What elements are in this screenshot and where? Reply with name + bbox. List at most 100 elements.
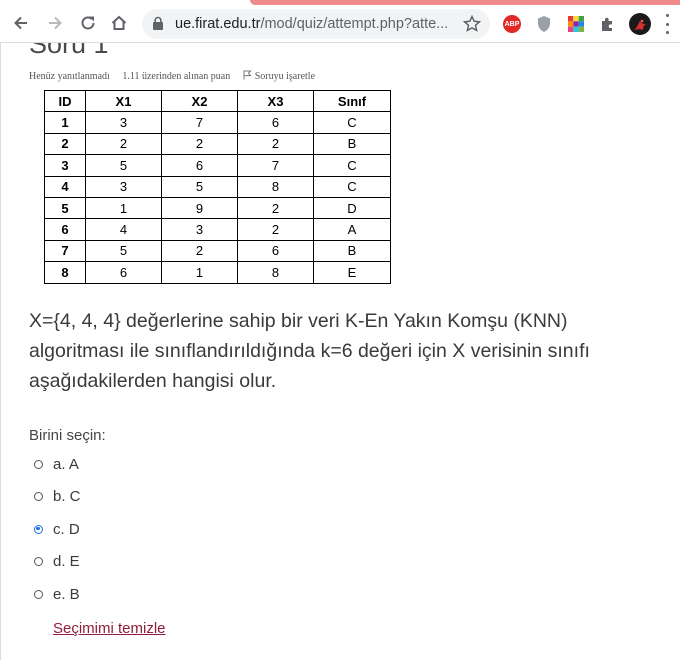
answer-option[interactable]: d. E bbox=[34, 551, 80, 571]
table-body: 1376C2222B3567C4358C5192D6432A7526B8618E bbox=[44, 111, 391, 284]
radio-button[interactable] bbox=[34, 491, 43, 501]
extensions-button[interactable] bbox=[598, 14, 618, 34]
flag-question-link[interactable]: Soruyu işaretle bbox=[243, 70, 325, 82]
table-row: 2222B bbox=[44, 132, 391, 156]
quiz-page: Soru 1 Henüz yanıtlanmadı 1.11 üzerinden… bbox=[0, 43, 680, 660]
table-cell: C bbox=[313, 175, 391, 198]
flag-icon bbox=[243, 70, 252, 80]
table-cell: 9 bbox=[161, 196, 238, 220]
color-palette-icon bbox=[568, 16, 584, 32]
answer-option-label: a. A bbox=[53, 455, 79, 473]
shield-extension-button[interactable] bbox=[534, 14, 554, 34]
table-cell: 3 bbox=[44, 154, 86, 177]
data-table: ID X1 X2 X3 Sınıf 1376C2222B3567C4358C51… bbox=[44, 89, 391, 284]
table-cell: 8 bbox=[237, 175, 314, 198]
puzzle-icon bbox=[602, 17, 612, 31]
answer-option[interactable]: c. D bbox=[34, 519, 80, 539]
table-row: 3567C bbox=[44, 154, 391, 177]
bookmark-star-icon[interactable] bbox=[462, 14, 482, 34]
table-cell: 7 bbox=[237, 154, 314, 177]
table-cell: 7 bbox=[44, 239, 86, 263]
radio-button[interactable] bbox=[34, 556, 43, 566]
home-icon bbox=[111, 15, 127, 30]
url-path: /mod/quiz/attempt.php?atte... bbox=[260, 16, 449, 32]
radio-button[interactable] bbox=[34, 589, 43, 599]
table-row: 5192D bbox=[44, 196, 391, 220]
table-cell: E bbox=[313, 261, 391, 284]
question-points: 1.11 üzerinden alınan puan bbox=[122, 71, 231, 82]
table-row: 1376C bbox=[44, 111, 391, 134]
table-cell: 6 bbox=[237, 111, 314, 134]
table-cell: 5 bbox=[85, 154, 162, 177]
forward-arrow-icon bbox=[49, 16, 62, 30]
answer-option-label: d. E bbox=[53, 552, 80, 570]
url-host: ue.firat.edu.tr bbox=[175, 16, 261, 32]
url-text: ue.firat.edu.tr/mod/quiz/attempt.php?att… bbox=[175, 16, 448, 32]
question-status: Henüz yanıtlanmadı bbox=[29, 71, 110, 82]
adblock-extension-button[interactable]: ABP bbox=[502, 14, 522, 34]
browser-toolbar: ue.firat.edu.tr/mod/quiz/attempt.php?att… bbox=[0, 5, 680, 43]
table-cell: 1 bbox=[161, 261, 238, 284]
flag-question-label: Soruyu işaretle bbox=[254, 71, 316, 82]
table-cell: 6 bbox=[237, 239, 314, 263]
table-row: 7526B bbox=[44, 239, 391, 263]
table-cell: 2 bbox=[44, 132, 86, 156]
table-row: 4358C bbox=[44, 175, 391, 198]
table-cell: 4 bbox=[85, 218, 162, 241]
home-button[interactable] bbox=[106, 9, 132, 37]
table-cell: 1 bbox=[85, 196, 162, 220]
table-cell: 1 bbox=[44, 111, 86, 134]
table-cell: 2 bbox=[161, 239, 238, 263]
header-class: Sınıf bbox=[313, 89, 391, 113]
answer-option[interactable]: a. A bbox=[34, 454, 79, 474]
table-header-row: ID X1 X2 X3 Sınıf bbox=[44, 89, 391, 113]
forward-button[interactable] bbox=[42, 9, 68, 37]
table-cell: 2 bbox=[237, 196, 314, 220]
table-cell: 2 bbox=[237, 132, 314, 156]
avatar-icon bbox=[634, 19, 646, 30]
table-cell: 6 bbox=[161, 154, 238, 177]
table-cell: C bbox=[313, 111, 391, 134]
table-cell: B bbox=[313, 132, 391, 156]
table-cell: 6 bbox=[44, 218, 86, 241]
answer-option-label: e. B bbox=[53, 585, 80, 603]
table-cell: 3 bbox=[85, 175, 162, 198]
table-row: 8618E bbox=[44, 261, 391, 284]
table-row: 6432A bbox=[44, 218, 391, 241]
answer-option[interactable]: e. B bbox=[34, 584, 80, 604]
radio-button[interactable] bbox=[34, 524, 43, 534]
reload-button[interactable] bbox=[75, 9, 101, 37]
palette-extension-button[interactable] bbox=[566, 14, 586, 34]
table-cell: 8 bbox=[237, 261, 314, 284]
question-info: Henüz yanıtlanmadı 1.11 üzerinden alınan… bbox=[29, 70, 335, 82]
back-button[interactable] bbox=[8, 9, 34, 37]
question-text: X={4, 4, 4} değerlerine sahip bir veri K… bbox=[29, 310, 590, 392]
table-cell: 3 bbox=[161, 218, 238, 241]
table-cell: 8 bbox=[44, 261, 86, 284]
table-cell: 5 bbox=[161, 175, 238, 198]
answer-prompt: Birini seçin: bbox=[29, 427, 106, 444]
table-cell: B bbox=[313, 239, 391, 263]
header-id: ID bbox=[44, 89, 86, 113]
profile-avatar[interactable] bbox=[629, 13, 651, 35]
table-cell: 2 bbox=[161, 132, 238, 156]
clear-choice-link[interactable]: Seçimimi temizle bbox=[53, 620, 166, 637]
browser-menu-icon[interactable] bbox=[664, 14, 670, 34]
adblock-icon: ABP bbox=[503, 15, 521, 33]
header-x2: X2 bbox=[161, 89, 238, 113]
question-title: Soru 1 bbox=[29, 43, 109, 59]
lock-icon bbox=[153, 16, 163, 30]
table-cell: 6 bbox=[85, 261, 162, 284]
table-cell: 2 bbox=[237, 218, 314, 241]
table-cell: 4 bbox=[44, 175, 86, 198]
table-cell: 5 bbox=[85, 239, 162, 263]
table-cell: 3 bbox=[85, 111, 162, 134]
address-bar[interactable]: ue.firat.edu.tr/mod/quiz/attempt.php?att… bbox=[142, 9, 490, 39]
reload-icon bbox=[81, 16, 95, 30]
shield-icon bbox=[538, 16, 550, 32]
answer-option-label: b. C bbox=[53, 487, 81, 505]
table-cell: D bbox=[313, 196, 391, 220]
radio-button[interactable] bbox=[34, 459, 43, 469]
answer-option[interactable]: b. C bbox=[34, 486, 81, 506]
back-arrow-icon bbox=[14, 16, 27, 30]
